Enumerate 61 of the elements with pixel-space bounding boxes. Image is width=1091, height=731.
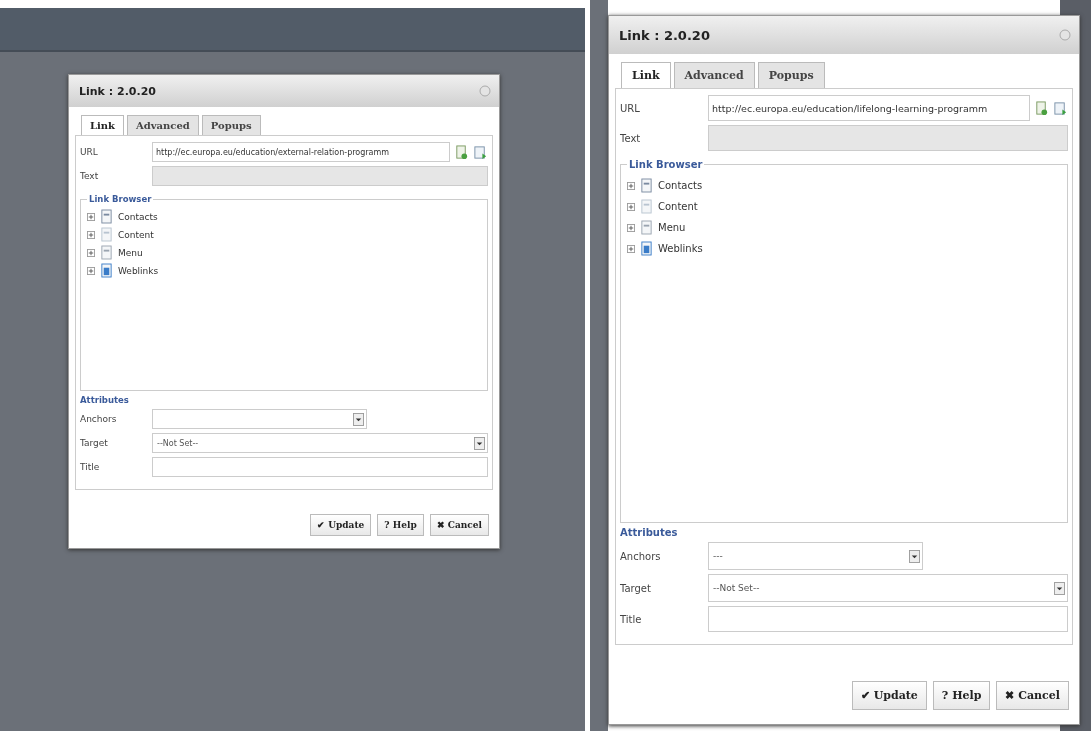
tree-item[interactable]: Content: [658, 201, 698, 212]
dialog-title: Link : 2.0.20: [619, 27, 710, 43]
field-label: URL: [620, 102, 641, 114]
folder-document-icon: [100, 245, 113, 260]
folder-document-icon: [640, 178, 653, 193]
field-label: Target: [620, 582, 652, 594]
field-label: Text: [80, 171, 100, 181]
title-field[interactable]: [708, 606, 1068, 632]
section-legend: Attributes: [80, 395, 488, 405]
folder-document-icon: [640, 220, 653, 235]
tree-item[interactable]: Contacts: [658, 180, 703, 191]
field-label: URL: [80, 147, 99, 157]
target-dropdown[interactable]: --Not Set--: [152, 433, 488, 453]
page-icon[interactable]: [454, 144, 469, 160]
anchors-dropdown[interactable]: ---: [708, 542, 923, 570]
target-dropdown[interactable]: --Not Set--: [708, 574, 1068, 602]
expand-icon[interactable]: [87, 230, 95, 239]
field-label: Anchors: [80, 414, 118, 424]
field-label: Text: [620, 132, 642, 144]
expand-icon[interactable]: [627, 202, 635, 211]
folder-document-icon: [100, 263, 113, 278]
folder-document-icon: [640, 199, 653, 214]
folder-document-icon: [100, 227, 113, 242]
expand-icon[interactable]: [87, 248, 95, 257]
dialog-button[interactable]: ? Help: [377, 514, 424, 536]
expand-icon[interactable]: [627, 223, 635, 232]
expand-icon[interactable]: [87, 266, 95, 275]
expand-icon[interactable]: [87, 212, 95, 221]
tree-item[interactable]: Weblinks: [658, 243, 703, 254]
tab[interactable]: Link: [81, 115, 125, 135]
tree-item[interactable]: Contacts: [118, 211, 158, 222]
dialog-button[interactable]: ? Help: [932, 681, 991, 710]
field-label: Title: [80, 462, 101, 472]
page-icon[interactable]: [1034, 100, 1049, 116]
section-legend: Link Browser: [87, 194, 154, 204]
dialog-button[interactable]: ✔ Update: [851, 681, 927, 710]
title-field[interactable]: [152, 457, 488, 477]
tree-item[interactable]: Weblinks: [118, 265, 159, 276]
tab[interactable]: Popups: [757, 62, 825, 88]
field-label: Title: [620, 613, 643, 625]
dialog-button[interactable]: ✖ Cancel: [996, 681, 1069, 710]
tree-item[interactable]: Menu: [118, 247, 143, 258]
url-field[interactable]: http://ec.europa.eu/education/lifelong-learning-programm: [708, 95, 1030, 121]
tree-item[interactable]: Content: [118, 229, 154, 240]
tree-item[interactable]: Menu: [658, 222, 686, 233]
dialog-button[interactable]: ✖ Cancel: [429, 514, 489, 536]
field-label: Target: [80, 438, 109, 448]
section-legend: Link Browser: [627, 159, 705, 170]
dialog-button[interactable]: ✔ Update: [310, 514, 372, 536]
tab[interactable]: Advanced: [673, 62, 755, 88]
expand-icon[interactable]: [627, 181, 635, 190]
tab[interactable]: Link: [621, 62, 671, 88]
field-label: Anchors: [620, 550, 662, 562]
expand-icon[interactable]: [627, 244, 635, 253]
tab[interactable]: Popups: [201, 115, 261, 135]
tab[interactable]: Advanced: [127, 115, 199, 135]
folder-document-icon: [640, 241, 653, 256]
section-legend: Attributes: [620, 527, 1068, 538]
url-field[interactable]: http://ec.europa.eu/education/external-relation-programm: [152, 142, 450, 162]
folder-document-icon: [100, 209, 113, 224]
dialog-title: Link : 2.0.20: [79, 84, 156, 98]
